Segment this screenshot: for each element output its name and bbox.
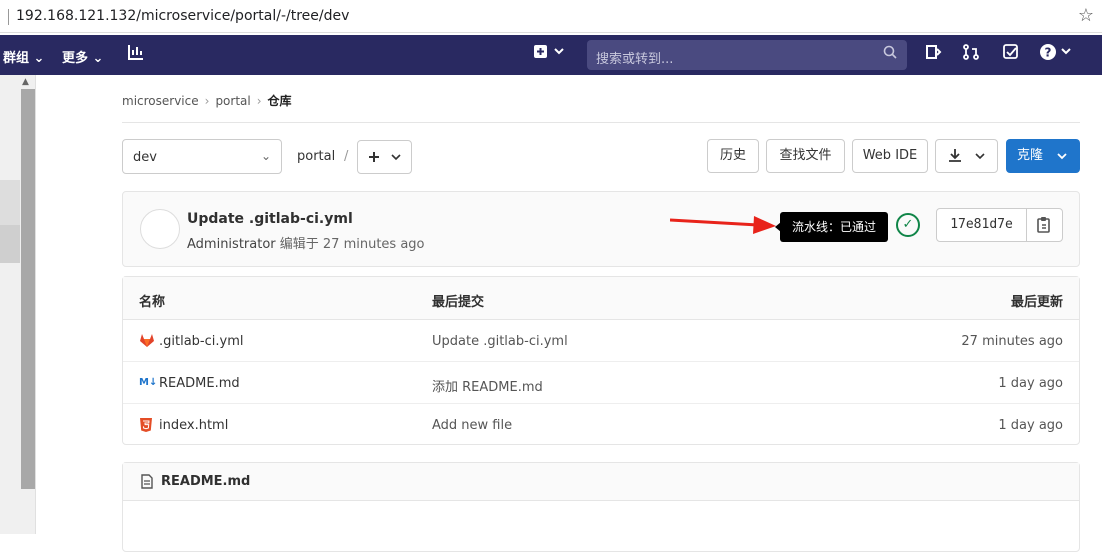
file-commit-message[interactable]: Add new file <box>432 418 512 433</box>
activity-chart-icon[interactable] <box>127 43 145 65</box>
gitlab-icon <box>139 333 155 351</box>
find-file-button[interactable]: 查找文件 <box>766 139 845 173</box>
issues-icon[interactable] <box>924 43 942 65</box>
readme-header: README.md <box>123 463 1079 501</box>
sidebar-active-item[interactable] <box>0 225 20 263</box>
file-tree-table: 名称 最后提交 最后更新 .gitlab-ci.yml Update .gitl… <box>122 276 1080 445</box>
chevron-down-icon: ⌄ <box>33 51 45 66</box>
chevron-right-icon: › <box>204 94 210 108</box>
search-placeholder: 搜索或转到... <box>596 52 674 67</box>
file-updated: 1 day ago <box>998 418 1063 433</box>
chevron-down-icon <box>1055 140 1069 186</box>
table-row[interactable]: M↓ README.md 添加 README.md 1 day ago <box>123 362 1079 404</box>
download-button[interactable] <box>935 139 998 173</box>
breadcrumb: microservice › portal › 仓库 <box>122 92 292 109</box>
new-item-icon[interactable] <box>533 43 565 65</box>
column-name: 名称 <box>139 295 166 310</box>
bookmark-star-icon[interactable]: ☆ <box>1078 5 1094 26</box>
left-sidebar: ▲ <box>0 75 36 534</box>
table-row[interactable]: .gitlab-ci.yml Update .gitlab-ci.yml 27 … <box>123 320 1079 362</box>
file-updated: 27 minutes ago <box>961 334 1063 349</box>
svg-text:?: ? <box>1045 46 1052 60</box>
readme-panel: README.md <box>122 462 1080 552</box>
commit-title[interactable]: Update .gitlab-ci.yml <box>187 211 353 227</box>
file-name[interactable]: .gitlab-ci.yml <box>159 334 243 349</box>
address-divider <box>8 9 9 25</box>
markdown-icon: M↓ <box>139 377 158 388</box>
scrollbar[interactable] <box>21 89 35 489</box>
branch-selector[interactable]: dev ⌄ <box>122 139 282 174</box>
file-updated: 1 day ago <box>998 376 1063 391</box>
commit-meta: Administrator 编辑于 27 minutes ago <box>187 233 425 252</box>
groups-menu[interactable]: 群组 ⌄ <box>3 47 44 66</box>
file-commit-message[interactable]: 添加 README.md <box>432 376 543 395</box>
commit-time: 编辑于 27 minutes ago <box>279 237 425 252</box>
table-row[interactable]: index.html Add new file 1 day ago <box>123 404 1079 446</box>
todos-icon[interactable] <box>1002 43 1020 65</box>
file-name[interactable]: index.html <box>159 418 228 433</box>
pipeline-tooltip: 流水线：已通过 <box>775 212 888 242</box>
clone-button[interactable]: 克隆 <box>1006 139 1080 173</box>
divider <box>122 122 1080 123</box>
more-menu[interactable]: 更多 ⌄ <box>62 47 103 66</box>
merge-requests-icon[interactable] <box>962 43 980 65</box>
copy-icon[interactable] <box>1036 216 1052 238</box>
commit-sha-group: 17e81d7e <box>936 208 1063 242</box>
breadcrumb-project[interactable]: portal <box>215 94 250 108</box>
search-input[interactable]: 搜索或转到... <box>587 40 907 70</box>
commit-author[interactable]: Administrator <box>187 237 276 252</box>
table-header: 名称 最后提交 最后更新 <box>123 277 1079 320</box>
scroll-up-icon[interactable]: ▲ <box>22 77 29 87</box>
top-navbar: 群组 ⌄ 更多 ⌄ 搜索或转到... ? <box>0 35 1102 101</box>
history-button[interactable]: 历史 <box>707 139 759 173</box>
red-arrow-annotation <box>670 216 776 234</box>
address-url[interactable]: 192.168.121.132/microservice/portal/-/tr… <box>16 8 349 24</box>
breadcrumb-current[interactable]: 仓库 <box>268 92 292 109</box>
file-name[interactable]: README.md <box>159 376 240 391</box>
file-commit-message[interactable]: Update .gitlab-ci.yml <box>432 334 568 349</box>
chevron-down-icon: ⌄ <box>260 149 271 163</box>
branch-name: dev <box>133 150 157 165</box>
column-last-commit: 最后提交 <box>432 295 485 310</box>
path-separator: / <box>344 149 349 164</box>
commit-sha[interactable]: 17e81d7e <box>937 209 1027 241</box>
chevron-right-icon: › <box>256 94 262 108</box>
search-icon <box>883 45 897 63</box>
web-ide-button[interactable]: Web IDE <box>852 139 928 173</box>
column-last-update: 最后更新 <box>1010 295 1063 310</box>
file-icon <box>141 474 153 493</box>
pipeline-passed-icon[interactable]: ✓ <box>896 213 920 237</box>
chevron-down-icon: ⌄ <box>92 51 104 66</box>
html5-icon <box>139 417 153 436</box>
help-icon[interactable]: ? <box>1039 43 1075 65</box>
path-project[interactable]: portal <box>297 149 335 164</box>
author-avatar[interactable] <box>140 209 180 249</box>
browser-address-bar[interactable]: 192.168.121.132/microservice/portal/-/tr… <box>0 0 1102 33</box>
readme-title[interactable]: README.md <box>161 474 250 489</box>
clone-label: 克隆 <box>1017 148 1044 163</box>
add-file-button[interactable] <box>357 140 412 174</box>
breadcrumb-group[interactable]: microservice <box>122 94 199 108</box>
user-avatar[interactable] <box>1093 79 1102 101</box>
